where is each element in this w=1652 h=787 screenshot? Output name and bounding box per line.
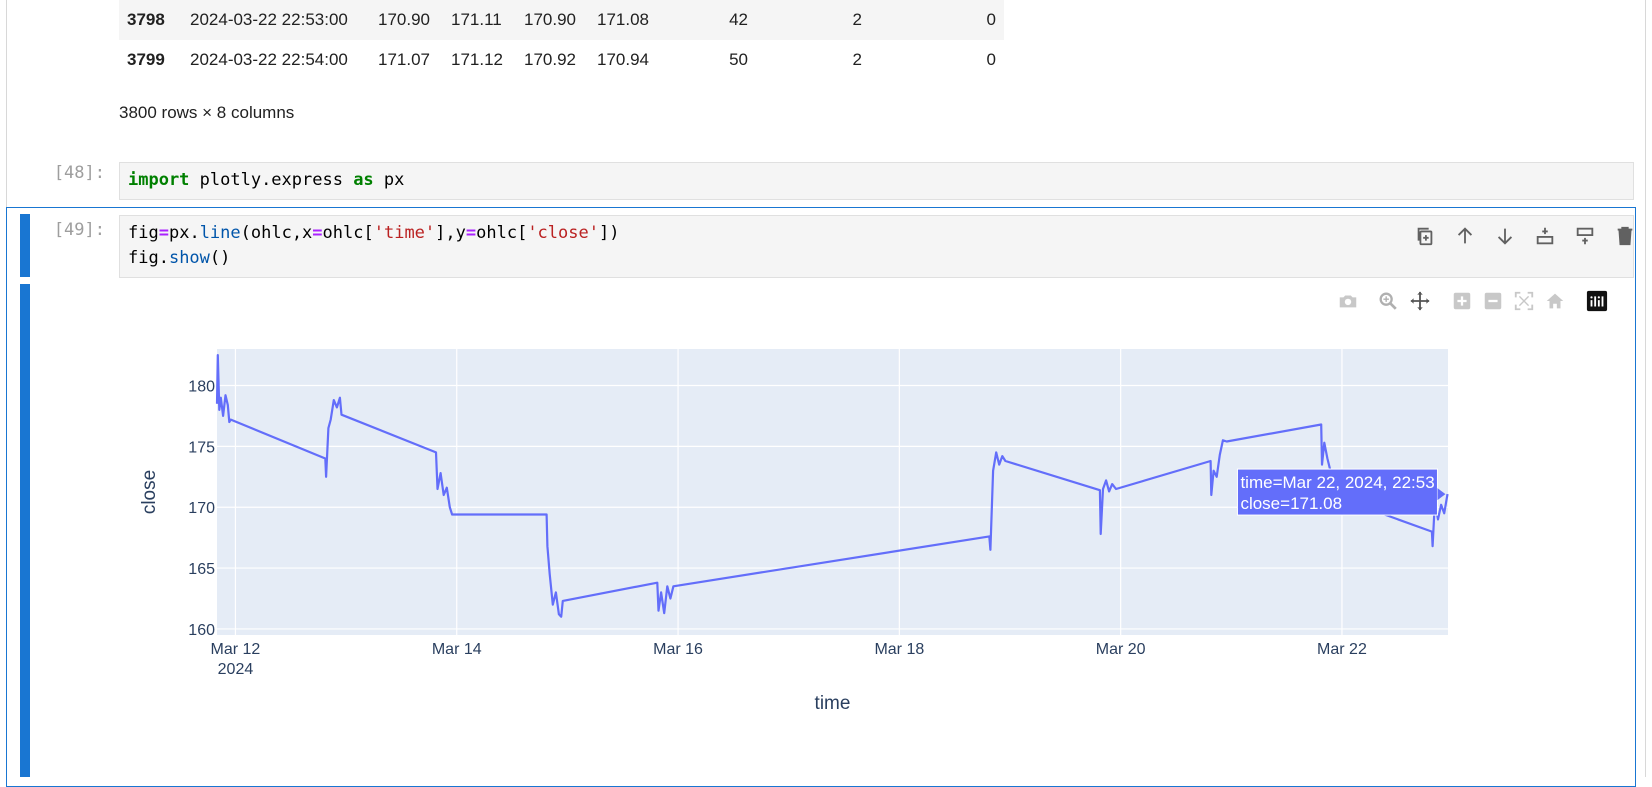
zoom-button[interactable] [1375,289,1401,313]
download-png-button[interactable] [1335,289,1361,313]
x-tick-label: Mar 16 [653,641,703,658]
table-cell-low: 170.90 [514,0,587,40]
output-collapser[interactable] [20,284,30,777]
code-text: (ohlc,x [240,223,313,243]
y-axis-title: close [139,470,160,514]
table-cell-close: 171.08 [587,0,660,40]
code-cell-48-editor[interactable]: import plotly.express as px [119,162,1634,200]
x-tick-label: Mar 20 [1096,641,1146,658]
table-cell-close: 170.94 [597,50,649,69]
y-tick-label: 165 [188,561,215,578]
code-text: fig. [128,248,169,268]
code-text: px. [168,223,200,243]
code-string: 'close' [527,223,599,243]
reset-axes-icon [1546,293,1564,309]
code-keyword: as [353,170,374,190]
x-tick-year-label: 2024 [218,661,254,678]
input-collapser[interactable] [20,214,30,277]
insert-cell-below-button[interactable] [1525,222,1565,250]
table-cell-c5: 42 [660,0,764,40]
move-down-icon [1497,228,1513,245]
dataframe-summary: 3800 rows × 8 columns [119,103,295,122]
x-tick-label: Mar 14 [432,641,482,658]
move-up-icon [1457,227,1473,244]
table-cell-c6: 2 [764,0,878,40]
table-cell-c7: 0 [986,50,996,69]
code-operator: = [158,223,169,243]
duplicate-icon [1417,227,1433,246]
autoscale-button[interactable] [1511,289,1537,313]
cell-toolbar [1405,222,1645,250]
duplicate-cell-button[interactable] [1405,222,1445,250]
code-operator: = [465,223,477,243]
table-cell-c5: 50 [729,50,748,69]
code-line-1: fig=px.line(ohlc,x=ohlc['time'],y=ohlc['… [128,221,1625,246]
line-chart[interactable]: 160 165 170 175 180 Mar 12 2024 Mar 14 Mar 16 Mar… [130,345,1530,750]
delete-icon [1617,226,1633,246]
pan-button[interactable] [1407,289,1433,313]
table-cell-c7: 0 [878,0,1004,40]
y-tick-label: 175 [188,439,215,456]
table-cell-time: 2024-03-22 22:53:00 [179,0,368,40]
code-text: plotly.express [189,170,354,190]
zoom-out-button[interactable] [1480,289,1506,313]
x-tick-label: Mar 22 [1317,641,1367,658]
plotly-logo-link[interactable] [1584,289,1610,313]
y-tick-label: 160 [188,622,215,639]
tooltip-time-label: time=Mar 22, 2024, 22:53 [1240,473,1434,492]
move-cell-down-button[interactable] [1485,222,1525,250]
zoom-icon [1379,292,1397,310]
hover-tooltip: time=Mar 22, 2024, 22:53 close=171.08 [1236,468,1446,516]
notebook-right-border [1645,0,1646,777]
code-function: show [168,248,210,268]
table-cell-high: 171.12 [451,50,503,69]
code-string: 'time' [373,223,436,243]
move-cell-up-button[interactable] [1445,222,1485,250]
insert-cell-above-button[interactable] [1565,222,1605,250]
code-text: ohlc[ [322,223,374,243]
x-tick-label: Mar 12 [211,641,261,658]
table-cell-low: 170.92 [524,50,576,69]
zoom-out-icon [1484,292,1502,310]
reset-axes-button[interactable] [1542,289,1568,313]
camera-icon [1339,295,1357,308]
code-function: line [199,223,241,243]
table-cell-c6: 2 [852,50,862,69]
table-cell-index: 3798 [119,0,179,40]
cell-prompt-49: [49]: [53,220,105,240]
table-cell-index: 3799 [127,50,165,69]
dataframe-table: 3798 2024-03-22 22:53:00 170.90 171.11 170.9… [119,0,1004,80]
code-text: px [373,170,405,190]
cell-prompt-48: [48]: [53,163,105,183]
autoscale-icon [1514,291,1534,311]
zoom-in-icon [1453,292,1471,310]
code-keyword: import [128,170,190,190]
code-text: ],y [435,223,466,243]
plotly-logo-icon [1586,290,1608,312]
delete-cell-button[interactable] [1605,222,1645,250]
table-cell-high: 171.11 [441,0,514,40]
table-row: 3798 2024-03-22 22:53:00 170.90 171.11 170.9… [119,0,1004,40]
zoom-in-button[interactable] [1449,289,1475,313]
table-cell-open: 171.07 [378,50,430,69]
code-text: ]) [598,223,620,243]
table-row: 3799 2024-03-22 22:54:00 171.07 171.12 170.9… [119,40,1004,80]
insert-above-icon [1576,227,1594,245]
code-text: ohlc[ [476,223,528,243]
y-tick-label: 180 [188,379,215,396]
insert-below-icon [1536,227,1554,245]
tooltip-close-label: close=171.08 [1240,494,1342,513]
x-tick-label: Mar 18 [874,641,924,658]
code-text: () [209,248,231,268]
y-tick-label: 170 [188,500,215,517]
code-text: fig [128,223,159,243]
code-line-2: fig.show() [128,246,1625,271]
table-cell-time: 2024-03-22 22:54:00 [190,50,348,69]
code-operator: = [312,223,323,243]
pan-icon [1410,291,1430,311]
table-cell-open: 170.90 [368,0,441,40]
x-axis-title: time [815,693,851,714]
